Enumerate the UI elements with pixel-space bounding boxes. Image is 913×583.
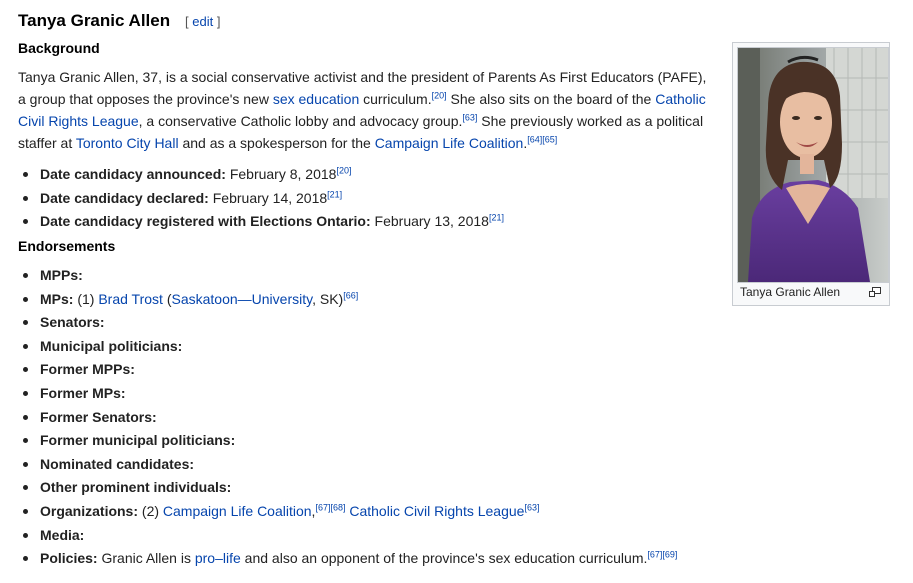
list-item: Former municipal politicians:	[22, 429, 677, 453]
magnify-icon[interactable]	[869, 287, 881, 297]
list-item: Date candidacy declared: February 14, 20…	[23, 187, 504, 211]
list-item: MPPs:	[22, 264, 677, 288]
citation-link[interactable]: [64]	[527, 134, 542, 144]
citation-link[interactable]: [67]	[315, 502, 330, 512]
list-item: Senators:	[22, 311, 677, 335]
list-item: Date candidacy registered with Elections…	[23, 210, 504, 234]
riding-link[interactable]: Saskatoon—University	[172, 291, 313, 307]
citation-link[interactable]: [21]	[489, 212, 504, 222]
edit-section: [ edit ]	[185, 14, 221, 29]
citation-link[interactable]: [20]	[432, 90, 447, 100]
candidacy-dates-list: Date candidacy announced: February 8, 20…	[0, 163, 504, 234]
list-item: Other prominent individuals:	[22, 476, 677, 500]
sex-education-link[interactable]: sex education	[273, 91, 359, 107]
citation-link[interactable]: [66]	[343, 290, 358, 300]
list-item: Organizations: (2) Campaign Life Coaliti…	[22, 500, 677, 524]
citation-link[interactable]: [63]	[524, 502, 539, 512]
section-heading: Tanya Granic Allen [ edit ]	[18, 11, 220, 35]
portrait-photo[interactable]	[737, 47, 889, 283]
photo-caption: Tanya Granic Allen	[740, 285, 841, 299]
citation-link[interactable]: [21]	[327, 189, 342, 199]
background-heading: Background	[18, 40, 100, 56]
list-item: Municipal politicians:	[22, 335, 677, 359]
list-item: Date candidacy announced: February 8, 20…	[23, 163, 504, 187]
list-item: Former MPPs:	[22, 358, 677, 382]
list-item: Policies: Granic Allen is pro–life and a…	[22, 547, 677, 571]
background-paragraph: Tanya Granic Allen, 37, is a social cons…	[18, 69, 707, 151]
photo-thumbnail: Tanya Granic Allen	[732, 42, 890, 306]
citation-link[interactable]: [69]	[662, 549, 677, 559]
citation-link[interactable]: [65]	[542, 134, 557, 144]
section-title: Tanya Granic Allen	[18, 11, 171, 30]
toronto-city-hall-link[interactable]: Toronto City Hall	[76, 135, 179, 151]
citation-link[interactable]: [20]	[336, 165, 351, 175]
list-item: MPs: (1) Brad Trost (Saskatoon—Universit…	[22, 288, 677, 312]
edit-link[interactable]: edit	[192, 14, 213, 29]
campaign-life-coalition-link[interactable]: Campaign Life Coalition	[163, 503, 312, 519]
list-item: Former Senators:	[22, 406, 677, 430]
ccrl-link[interactable]: Catholic Civil Rights League	[349, 503, 524, 519]
pro-life-link[interactable]: pro–life	[195, 550, 241, 566]
citation-link[interactable]: [63]	[462, 112, 477, 122]
citation-link[interactable]: [67]	[647, 549, 662, 559]
endorsements-heading: Endorsements	[18, 238, 116, 254]
endorsements-list: MPPs: MPs: (1) Brad Trost (Saskatoon—Uni…	[0, 264, 677, 571]
brad-trost-link[interactable]: Brad Trost	[98, 291, 163, 307]
campaign-life-coalition-link[interactable]: Campaign Life Coalition	[375, 135, 524, 151]
list-item: Media:	[22, 524, 677, 548]
list-item: Former MPs:	[22, 382, 677, 406]
citation-link[interactable]: [68]	[330, 502, 345, 512]
list-item: Nominated candidates:	[22, 453, 677, 477]
portrait-image	[738, 48, 888, 282]
